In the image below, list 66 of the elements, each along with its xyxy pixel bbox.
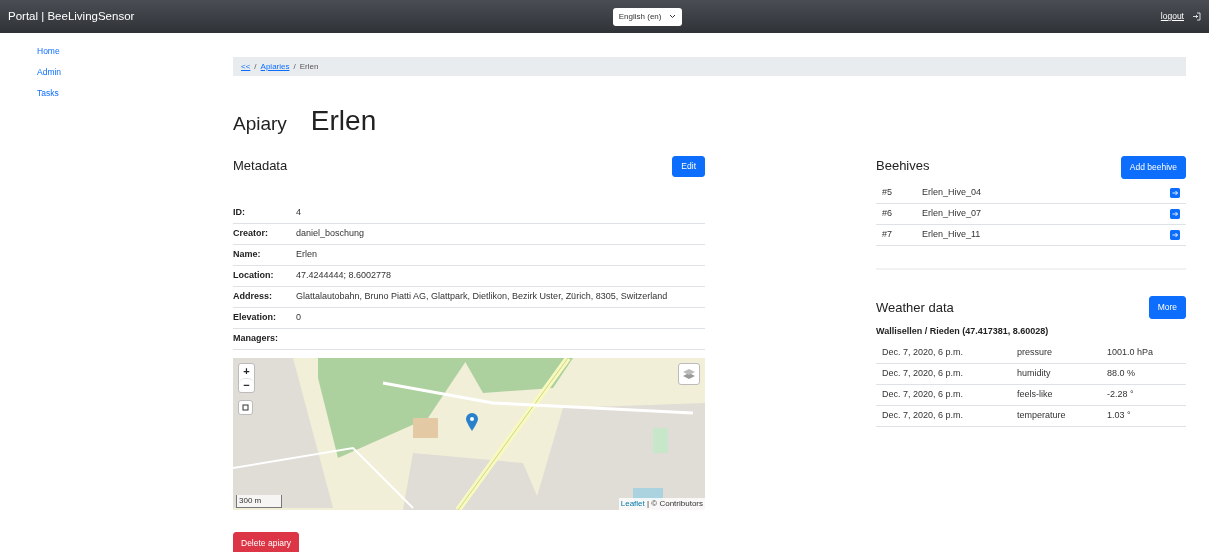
- zoom-in-button[interactable]: +: [239, 364, 254, 378]
- hive-number: #6: [876, 203, 916, 225]
- field-value: 0: [296, 307, 705, 329]
- hive-number: #5: [876, 182, 916, 204]
- weather-measure: humidity: [1011, 363, 1101, 384]
- breadcrumb-separator: /: [293, 60, 296, 73]
- layers-icon: [682, 368, 696, 380]
- field-label: Address:: [233, 286, 296, 308]
- section-title: Metadata: [233, 157, 288, 175]
- field-value: Erlen: [296, 244, 705, 266]
- section-title: Weather data: [876, 299, 954, 317]
- field-label: Location:: [233, 265, 296, 287]
- language-select[interactable]: English (en): [612, 7, 683, 26]
- add-beehive-button[interactable]: Add beehive: [1120, 156, 1186, 179]
- section-title: Beehives: [876, 157, 930, 175]
- arrow-right-icon[interactable]: [1170, 208, 1180, 219]
- map-attribution: Leaflet | © Contributors: [618, 498, 705, 510]
- arrow-right-icon[interactable]: [1170, 187, 1180, 198]
- hive-name: Erlen_Hive_11: [916, 224, 1146, 246]
- page-label: Apiary: [233, 112, 287, 136]
- field-value: 4: [296, 202, 705, 224]
- map-pin-icon[interactable]: [466, 413, 478, 431]
- sidebar-link[interactable]: Home: [37, 45, 233, 58]
- hive-number: #7: [876, 224, 916, 246]
- sidebar-link[interactable]: Tasks: [37, 86, 233, 100]
- zoom-out-button[interactable]: −: [239, 378, 254, 392]
- breadcrumb-link[interactable]: <<: [241, 60, 251, 73]
- weather-measure: pressure: [1011, 342, 1101, 363]
- weather-measure: temperature: [1011, 405, 1101, 426]
- field-label: ID:: [233, 202, 296, 224]
- map-scale: 300 m: [236, 495, 283, 508]
- sidebar-link[interactable]: Admin: [37, 65, 233, 79]
- weather-measure: feels-like: [1011, 384, 1101, 405]
- weather-station: Wallisellen / Rieden (47.417381, 8.60028): [876, 324, 1050, 338]
- layers-button[interactable]: [678, 363, 700, 385]
- weather-time: Dec. 7, 2020, 6 p.m.: [876, 363, 1011, 384]
- logout-link[interactable]: logout: [1160, 10, 1184, 23]
- field-label: Creator:: [233, 223, 296, 245]
- field-label: Managers:: [233, 328, 296, 350]
- hive-name: Erlen_Hive_07: [916, 203, 1146, 225]
- site-title[interactable]: Portal | BeeLivingSensor: [8, 7, 135, 26]
- weather-value: 1001.0 hPa: [1101, 342, 1186, 363]
- breadcrumb-separator: /: [254, 60, 257, 73]
- weather-value: -2.28 °: [1101, 384, 1186, 405]
- field-value: Glattalautobahn, Bruno Piatti AG, Glattpark, Dietlikon, Bezirk Uster, Zürich, 8305, Switzerland: [296, 286, 705, 308]
- leaflet-link[interactable]: Leaflet: [620, 499, 645, 508]
- weather-time: Dec. 7, 2020, 6 p.m.: [876, 342, 1011, 363]
- field-label: Name:: [233, 244, 296, 266]
- more-button[interactable]: More: [1148, 296, 1186, 319]
- field-value: daniel_boschung: [296, 223, 705, 245]
- edit-button[interactable]: Edit: [672, 156, 705, 177]
- hive-name: Erlen_Hive_04: [916, 182, 1146, 204]
- weather-value: 88.0 %: [1101, 363, 1186, 384]
- delete-button[interactable]: Delete apiary: [233, 532, 300, 552]
- breadcrumb-link[interactable]: Apiaries: [260, 60, 290, 73]
- chevron-down-icon: [669, 14, 677, 19]
- weather-time: Dec. 7, 2020, 6 p.m.: [876, 405, 1011, 426]
- logout-icon: [1192, 12, 1201, 21]
- field-label: Elevation:: [233, 307, 296, 329]
- weather-time: Dec. 7, 2020, 6 p.m.: [876, 384, 1011, 405]
- arrow-right-icon[interactable]: [1170, 229, 1180, 240]
- weather-value: 1.03 °: [1101, 405, 1186, 426]
- page-title: Erlen: [310, 104, 377, 138]
- fullscreen-button[interactable]: [238, 400, 253, 415]
- breadcrumb-current: Erlen: [299, 60, 319, 73]
- field-value: 47.4244444; 8.6002778: [296, 265, 705, 287]
